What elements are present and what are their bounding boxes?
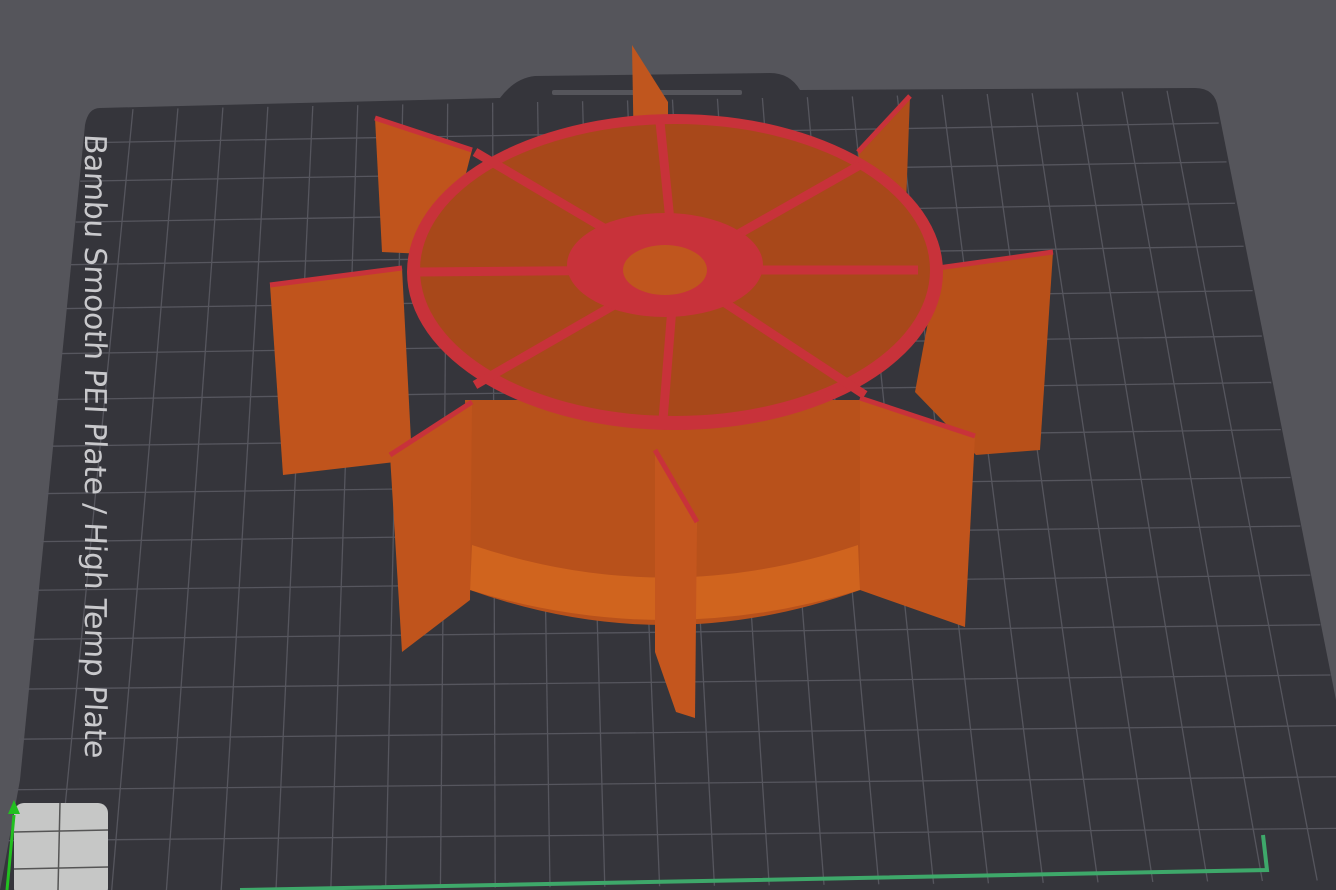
hub-hole [623,245,707,295]
build-plate-scene[interactable] [0,0,1336,890]
3d-viewport[interactable]: Bambu Smooth PEI Plate / High Temp Plate [0,0,1336,890]
navigation-cube[interactable] [14,803,108,890]
fin-left [270,268,412,475]
plate-type-label: Bambu Smooth PEI Plate / High Temp Plate [77,133,112,759]
